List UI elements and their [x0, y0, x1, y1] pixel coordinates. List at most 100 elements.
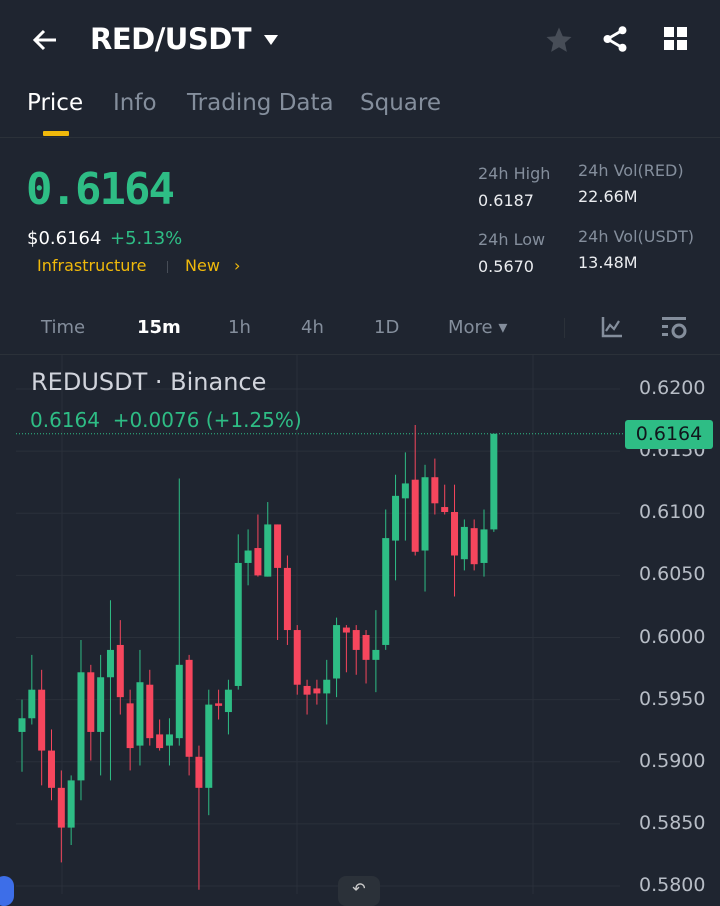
change-percent: +5.13%	[110, 228, 183, 249]
tab-square[interactable]: Square	[360, 90, 441, 116]
candlestick-chart[interactable]	[0, 355, 720, 894]
chart-settings-button[interactable]	[660, 314, 688, 346]
undo-icon: ↶	[352, 879, 366, 898]
candle-body	[28, 689, 36, 719]
stat-value: 13.48M	[578, 253, 638, 272]
stat-value: 0.6187	[478, 191, 534, 210]
candle-body	[97, 677, 105, 732]
candle-body	[313, 688, 321, 694]
indicators-button[interactable]	[600, 315, 624, 343]
caret-down-icon	[264, 35, 278, 45]
back-button[interactable]	[30, 25, 60, 59]
candle-body	[185, 659, 193, 757]
candle-body	[342, 627, 350, 633]
price-axis-tick: 0.5900	[639, 749, 706, 772]
share-button[interactable]	[600, 24, 630, 58]
timeframe-1d[interactable]: 1D	[374, 317, 399, 338]
price-axis-tick: 0.6200	[639, 377, 706, 399]
tab-price[interactable]: Price	[27, 90, 83, 116]
tag-infrastructure[interactable]: Infrastructure	[37, 256, 146, 275]
timeframe-1h[interactable]: 1h	[228, 317, 251, 338]
timeframe-4h[interactable]: 4h	[301, 317, 324, 338]
usd-price: $0.6164	[27, 228, 102, 249]
candle-body	[156, 734, 164, 749]
timeframe-15m[interactable]: 15m	[137, 317, 181, 338]
stat-value: 0.5670	[478, 257, 534, 276]
favorite-button[interactable]	[544, 25, 574, 59]
pair-title[interactable]: RED/USDT	[90, 22, 252, 56]
tab-trading-data[interactable]: Trading Data	[187, 90, 334, 116]
share-icon	[603, 26, 627, 52]
candle-body	[38, 689, 46, 751]
chevron-right-icon[interactable]: ›	[234, 256, 240, 275]
price-axis-tick: 0.6050	[639, 563, 706, 586]
candle-body	[362, 635, 370, 660]
candle-body	[283, 567, 291, 631]
active-tab-indicator	[43, 131, 69, 136]
candle-body	[175, 664, 183, 739]
price-axis-tick: 0.5850	[639, 811, 706, 834]
layout-button[interactable]	[663, 26, 689, 56]
candle-body	[205, 704, 213, 788]
candle-body	[411, 479, 419, 552]
candle-body	[451, 512, 459, 556]
pair-dropdown[interactable]	[262, 32, 280, 51]
candle-body	[215, 703, 223, 706]
star-icon	[546, 27, 572, 52]
reset-chart-button[interactable]: ↶	[338, 876, 380, 906]
candle-body	[67, 780, 75, 828]
candle-body	[224, 689, 232, 713]
scroll-handle[interactable]	[0, 876, 14, 906]
timeframe-time[interactable]: Time	[41, 317, 85, 338]
tag-new[interactable]: New	[185, 256, 220, 275]
candle-body	[441, 507, 449, 513]
tab-info[interactable]: Info	[113, 90, 157, 116]
price-axis-tick: 0.5950	[639, 687, 706, 710]
last-price: 0.6164	[26, 164, 175, 215]
candle-body	[480, 529, 488, 563]
candle-body	[333, 625, 341, 679]
tag-separator	[167, 261, 168, 273]
candle-body	[18, 718, 26, 732]
candle-body	[47, 750, 55, 788]
candle-body	[382, 538, 390, 645]
candle-body	[431, 477, 439, 504]
candle-body	[195, 756, 203, 788]
candle-body	[165, 734, 173, 746]
candle-body	[234, 562, 242, 686]
candle-body	[401, 483, 409, 499]
arrow-left-icon	[32, 29, 56, 51]
candle-body	[264, 524, 272, 577]
price-axis-tick: 0.5800	[639, 874, 706, 896]
divider	[0, 137, 720, 138]
candle-body	[293, 630, 301, 685]
candle-body	[470, 528, 478, 565]
chart-indicator-icon	[601, 317, 622, 338]
candle-body	[392, 495, 400, 541]
candle-body	[57, 787, 65, 828]
price-axis-tick: 0.6000	[639, 625, 706, 648]
stat-value: 22.66M	[578, 187, 638, 206]
chart-title: REDUSDT · Binance	[31, 368, 267, 396]
timeframe-more[interactable]: More ▾	[448, 317, 507, 338]
candle-body	[106, 649, 114, 678]
candle-body	[254, 548, 262, 576]
candle-body	[77, 672, 85, 781]
candle-body	[126, 703, 134, 749]
candle-body	[421, 477, 429, 551]
stat-label: 24h High	[478, 164, 551, 183]
candle-body	[372, 649, 380, 660]
settings-list-icon	[662, 317, 687, 339]
candle-body	[136, 682, 144, 746]
candle-body	[116, 644, 124, 698]
price-axis-tick: 0.6100	[639, 501, 706, 524]
divider	[564, 318, 565, 338]
grid-icon	[664, 27, 687, 50]
candle-body	[146, 684, 154, 739]
candle-body	[352, 630, 360, 650]
chart-legend: 0.6164 +0.0076 (+1.25%)	[30, 408, 302, 432]
stat-label: 24h Low	[478, 230, 546, 249]
candle-body	[87, 672, 95, 732]
stat-label: 24h Vol(USDT)	[578, 227, 694, 246]
current-price-label: 0.6164	[625, 420, 713, 449]
